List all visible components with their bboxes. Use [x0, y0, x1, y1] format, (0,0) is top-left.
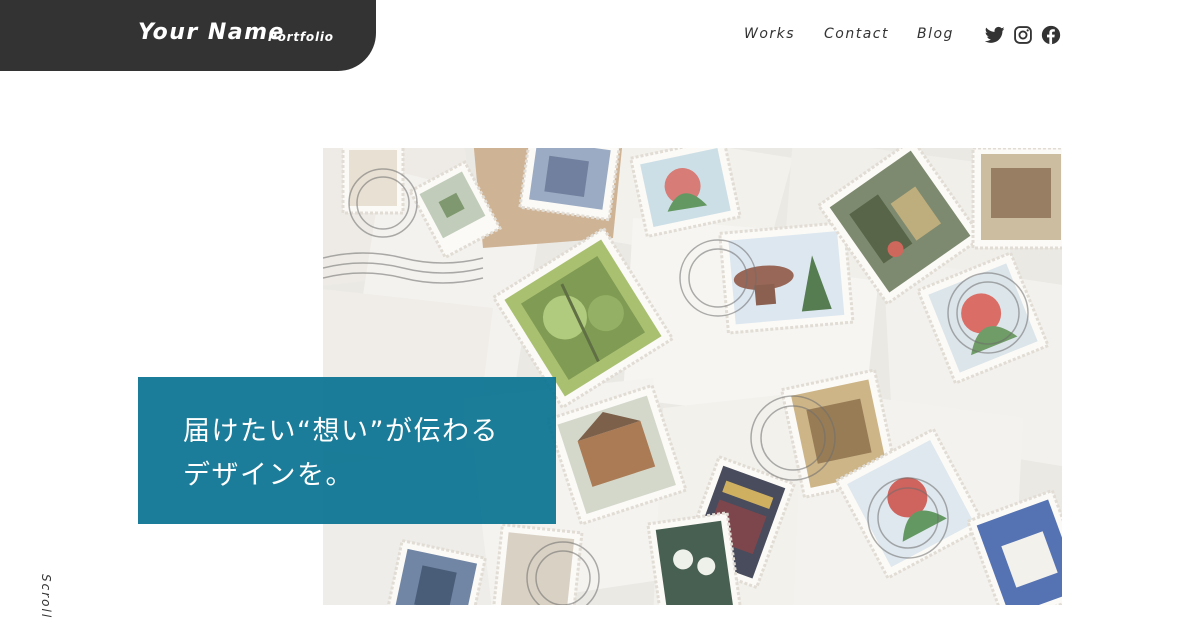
nav-works-link[interactable]: Works: [744, 26, 795, 46]
nav-blog-link[interactable]: Blog: [917, 26, 954, 46]
hero-tagline-line1: 届けたい“想い”が伝わる: [183, 416, 499, 447]
facebook-icon[interactable]: [1041, 25, 1061, 45]
scroll-label: Scroll: [39, 574, 53, 620]
scroll-indicator[interactable]: Scroll: [39, 574, 63, 624]
twitter-icon[interactable]: [985, 25, 1005, 45]
nav-contact-link[interactable]: Contact: [824, 26, 889, 46]
hero-tagline-box: 届けたい“想い”が伝わる デザインを。: [138, 377, 556, 524]
instagram-icon[interactable]: [1013, 25, 1033, 45]
logo-link[interactable]: Your Name Portfolio: [0, 0, 376, 71]
logo-subtitle: Portfolio: [268, 30, 334, 44]
hero-tagline-line2: デザインを。: [183, 460, 354, 491]
page: Your Name Portfolio Works Contact Blog 届…: [0, 0, 1200, 630]
logo-name: Your Name: [138, 20, 285, 45]
